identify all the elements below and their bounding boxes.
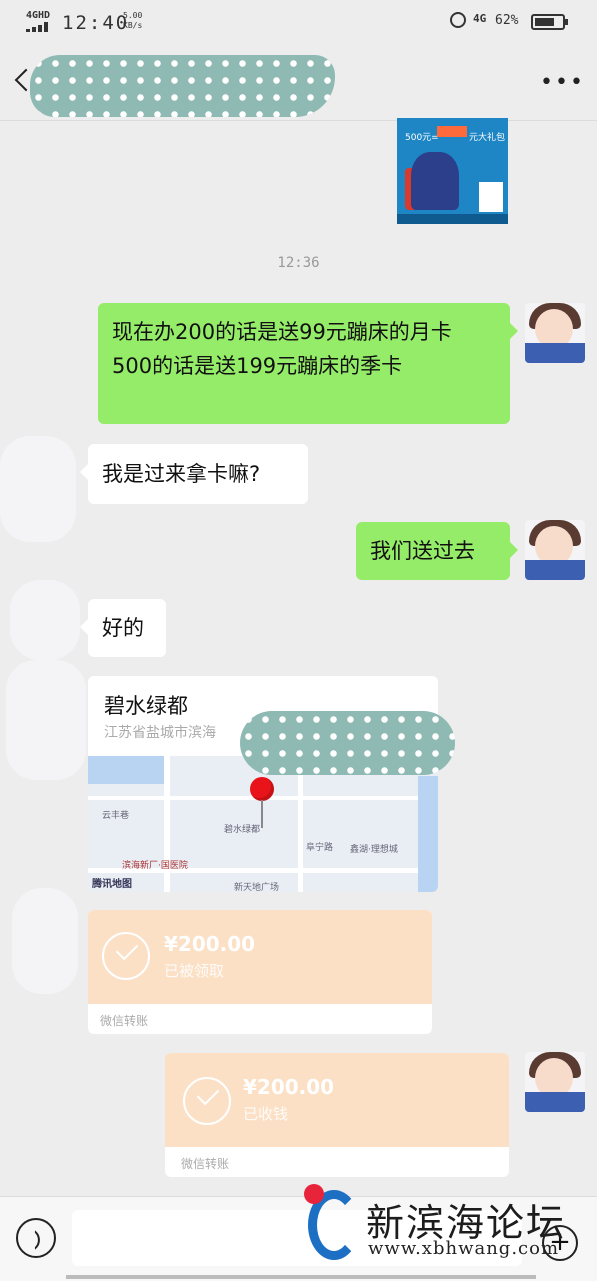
map-brand: 腾讯地图 [92, 879, 132, 890]
forum-watermark: 新滨海论坛 www.xbhwang.com [300, 1180, 597, 1280]
image-tag: 元大礼包 [469, 133, 506, 143]
transfer-card[interactable]: ¥200.00 已被领取 微信转账 [88, 910, 432, 1034]
message-text: 500的话是送199元蹦床的季卡 [112, 354, 403, 378]
transfer-status: 已被领取 [164, 962, 225, 980]
clock: 12:40 [62, 12, 130, 34]
contact-avatar-redacted[interactable] [0, 436, 76, 542]
sent-message-bubble[interactable]: 我们送过去 [356, 522, 518, 580]
transfer-card[interactable]: ¥200.00 已收钱 微信转账 [165, 1053, 509, 1177]
contact-avatar-redacted[interactable] [6, 660, 86, 780]
check-circle-icon [102, 932, 150, 980]
location-pin-icon [250, 777, 274, 801]
sent-message-bubble[interactable]: 现在办200的话是送99元蹦床的月卡 500的话是送199元蹦床的季卡 [98, 303, 518, 424]
transfer-status: 已收钱 [243, 1105, 289, 1123]
map-label: 滨海新厂·国医院 [122, 861, 188, 871]
received-message-bubble[interactable]: 好的 [80, 599, 166, 657]
map-label: 鑫湖·理想城 [350, 845, 398, 855]
image-headline: 500元= [405, 133, 439, 143]
contact-avatar-redacted[interactable] [12, 888, 78, 994]
my-avatar[interactable] [525, 520, 585, 580]
transfer-label: 微信转账 [100, 1014, 149, 1028]
chat-title-redacted [30, 55, 335, 117]
watermark-logo-dot [304, 1184, 324, 1204]
transfer-amount: ¥200.00 [164, 932, 256, 956]
location-message[interactable]: 碧水绿都 江苏省盐城市滨海 云丰巷 碧水绿都 鑫湖·理想城 滨海新厂·国医院 阜… [88, 676, 438, 892]
contact-avatar-redacted[interactable] [10, 580, 80, 660]
qr-code [479, 182, 503, 212]
my-avatar[interactable] [525, 303, 585, 363]
received-message-bubble[interactable]: 我是过来拿卡嘛? [80, 444, 308, 504]
image-message[interactable]: 500元= 元大礼包 [397, 118, 508, 224]
network-speed: 5.00 KB/s [123, 11, 143, 30]
battery-icon [531, 14, 568, 30]
map-label: 云丰巷 [102, 811, 130, 821]
superhero-figure [411, 152, 459, 210]
transfer-label: 微信转账 [181, 1157, 230, 1171]
location-name: 碧水绿都 [104, 694, 188, 718]
signal-icon [26, 22, 50, 32]
message-text: 好的 [102, 616, 144, 640]
message-timestamp: 12:36 [277, 255, 320, 271]
image-badge [437, 126, 467, 137]
location-pin-stick [261, 800, 263, 828]
status-bar: 4GHD 12:40 5.00 KB/s 4G 62% [0, 0, 597, 46]
transfer-amount: ¥200.00 [243, 1075, 335, 1099]
battery-percent: 62% [495, 13, 519, 28]
check-circle-icon [183, 1077, 231, 1125]
my-avatar[interactable] [525, 1052, 585, 1112]
watermark-url: www.xbhwang.com [368, 1238, 560, 1259]
network-type: 4GHD [26, 10, 51, 21]
map-label: 新天地广场 [234, 883, 280, 892]
voice-input-icon[interactable] [16, 1218, 56, 1258]
alarm-icon [450, 12, 466, 28]
map-preview: 云丰巷 碧水绿都 鑫湖·理想城 滨海新厂·国医院 阜宁路 新天地广场 腾讯地图 [88, 756, 438, 892]
network-type-secondary: 4G [473, 12, 487, 25]
message-text: 我们送过去 [370, 539, 475, 563]
map-label: 碧水绿都 [224, 825, 261, 835]
map-label: 阜宁路 [306, 843, 334, 853]
address-redacted [240, 711, 455, 775]
location-address: 江苏省盐城市滨海 [104, 725, 216, 741]
home-indicator [66, 1275, 536, 1279]
message-text: 我是过来拿卡嘛? [102, 462, 261, 486]
image-footer-strip [397, 214, 508, 224]
more-options-icon[interactable]: ••• [540, 72, 585, 94]
message-text: 现在办200的话是送99元蹦床的月卡 [112, 320, 452, 344]
